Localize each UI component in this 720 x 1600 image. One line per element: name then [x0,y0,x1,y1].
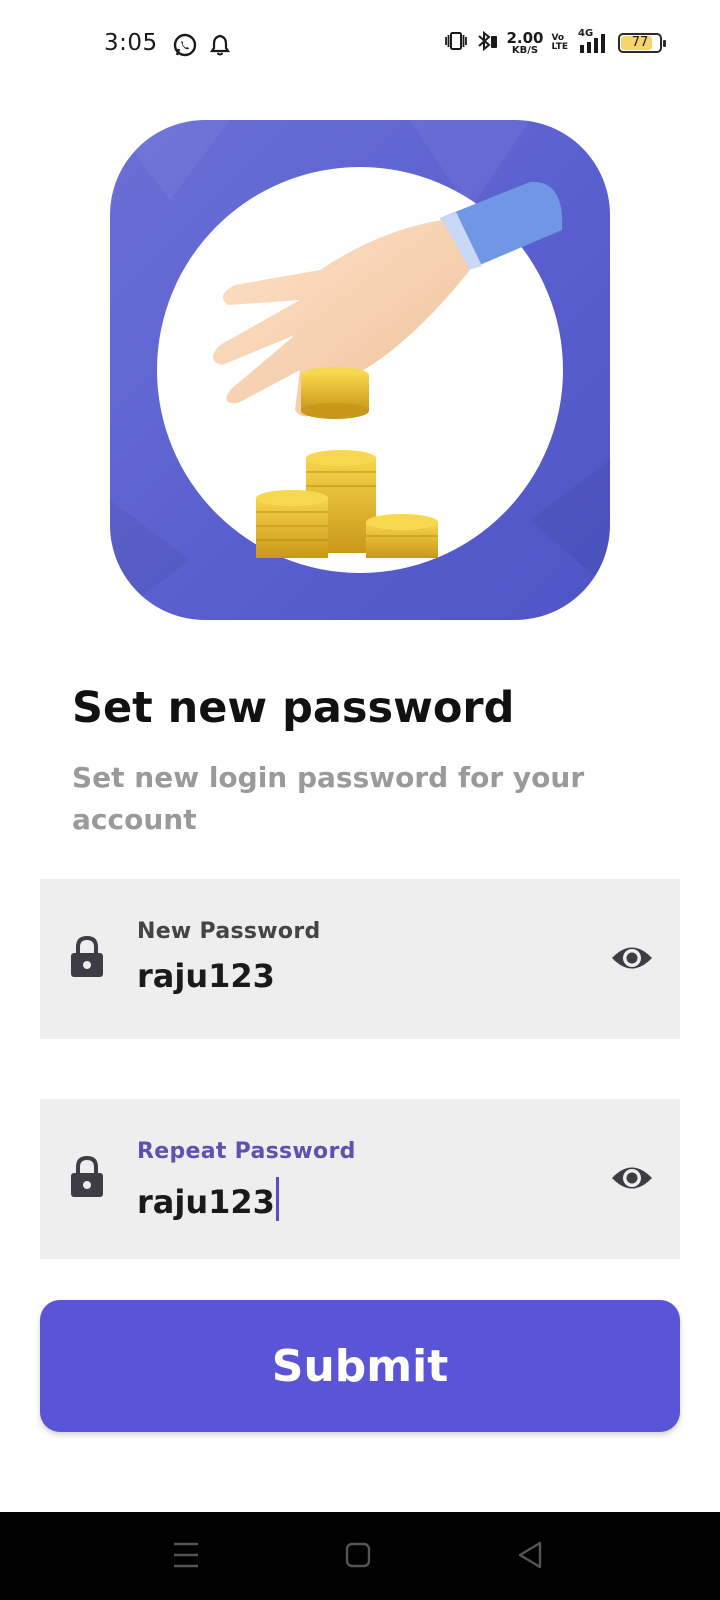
network-speed: 2.00 KB/S [506,28,544,56]
bell-icon [209,34,231,60]
repeat-password-value: raju123 [137,1183,275,1221]
eye-icon[interactable] [610,1161,654,1199]
system-nav-bar [0,1512,720,1600]
volte-indicator: Vo LTE [551,33,568,52]
repeat-password-label: Repeat Password [137,1139,356,1164]
status-bar: 3:05 2.00 KB/S Vo LTE 4G 77 [0,0,720,90]
lock-icon [70,935,104,983]
new-password-field[interactable]: New Password raju123 [40,879,680,1039]
back-triangle-icon[interactable] [516,1540,544,1574]
lock-icon [70,1155,104,1203]
page-title: Set new password [72,683,515,733]
status-time: 3:05 [104,30,158,56]
hand-coins-illustration [212,181,563,558]
new-password-label: New Password [137,919,321,944]
repeat-password-input[interactable]: raju123 [137,1177,279,1221]
vibrate-icon [444,31,468,55]
square-icon[interactable] [344,1540,372,1574]
whatsapp-icon [172,32,198,62]
menu-icon[interactable] [172,1540,200,1574]
bluetooth-icon [476,30,498,56]
text-cursor [275,1177,279,1221]
new-password-value[interactable]: raju123 [137,957,275,995]
page-subtitle: Set new login password for your account [72,761,585,836]
set-password-screen: 3:05 2.00 KB/S Vo LTE 4G 77 Set new pass… [0,0,720,1600]
eye-icon[interactable] [610,941,654,979]
submit-button[interactable]: Submit [40,1300,680,1432]
repeat-password-field[interactable]: Repeat Password raju123 [40,1099,680,1259]
battery-icon: 77 [618,33,666,53]
signal-icon: 4G [576,28,610,54]
hero-illustration [110,120,610,620]
